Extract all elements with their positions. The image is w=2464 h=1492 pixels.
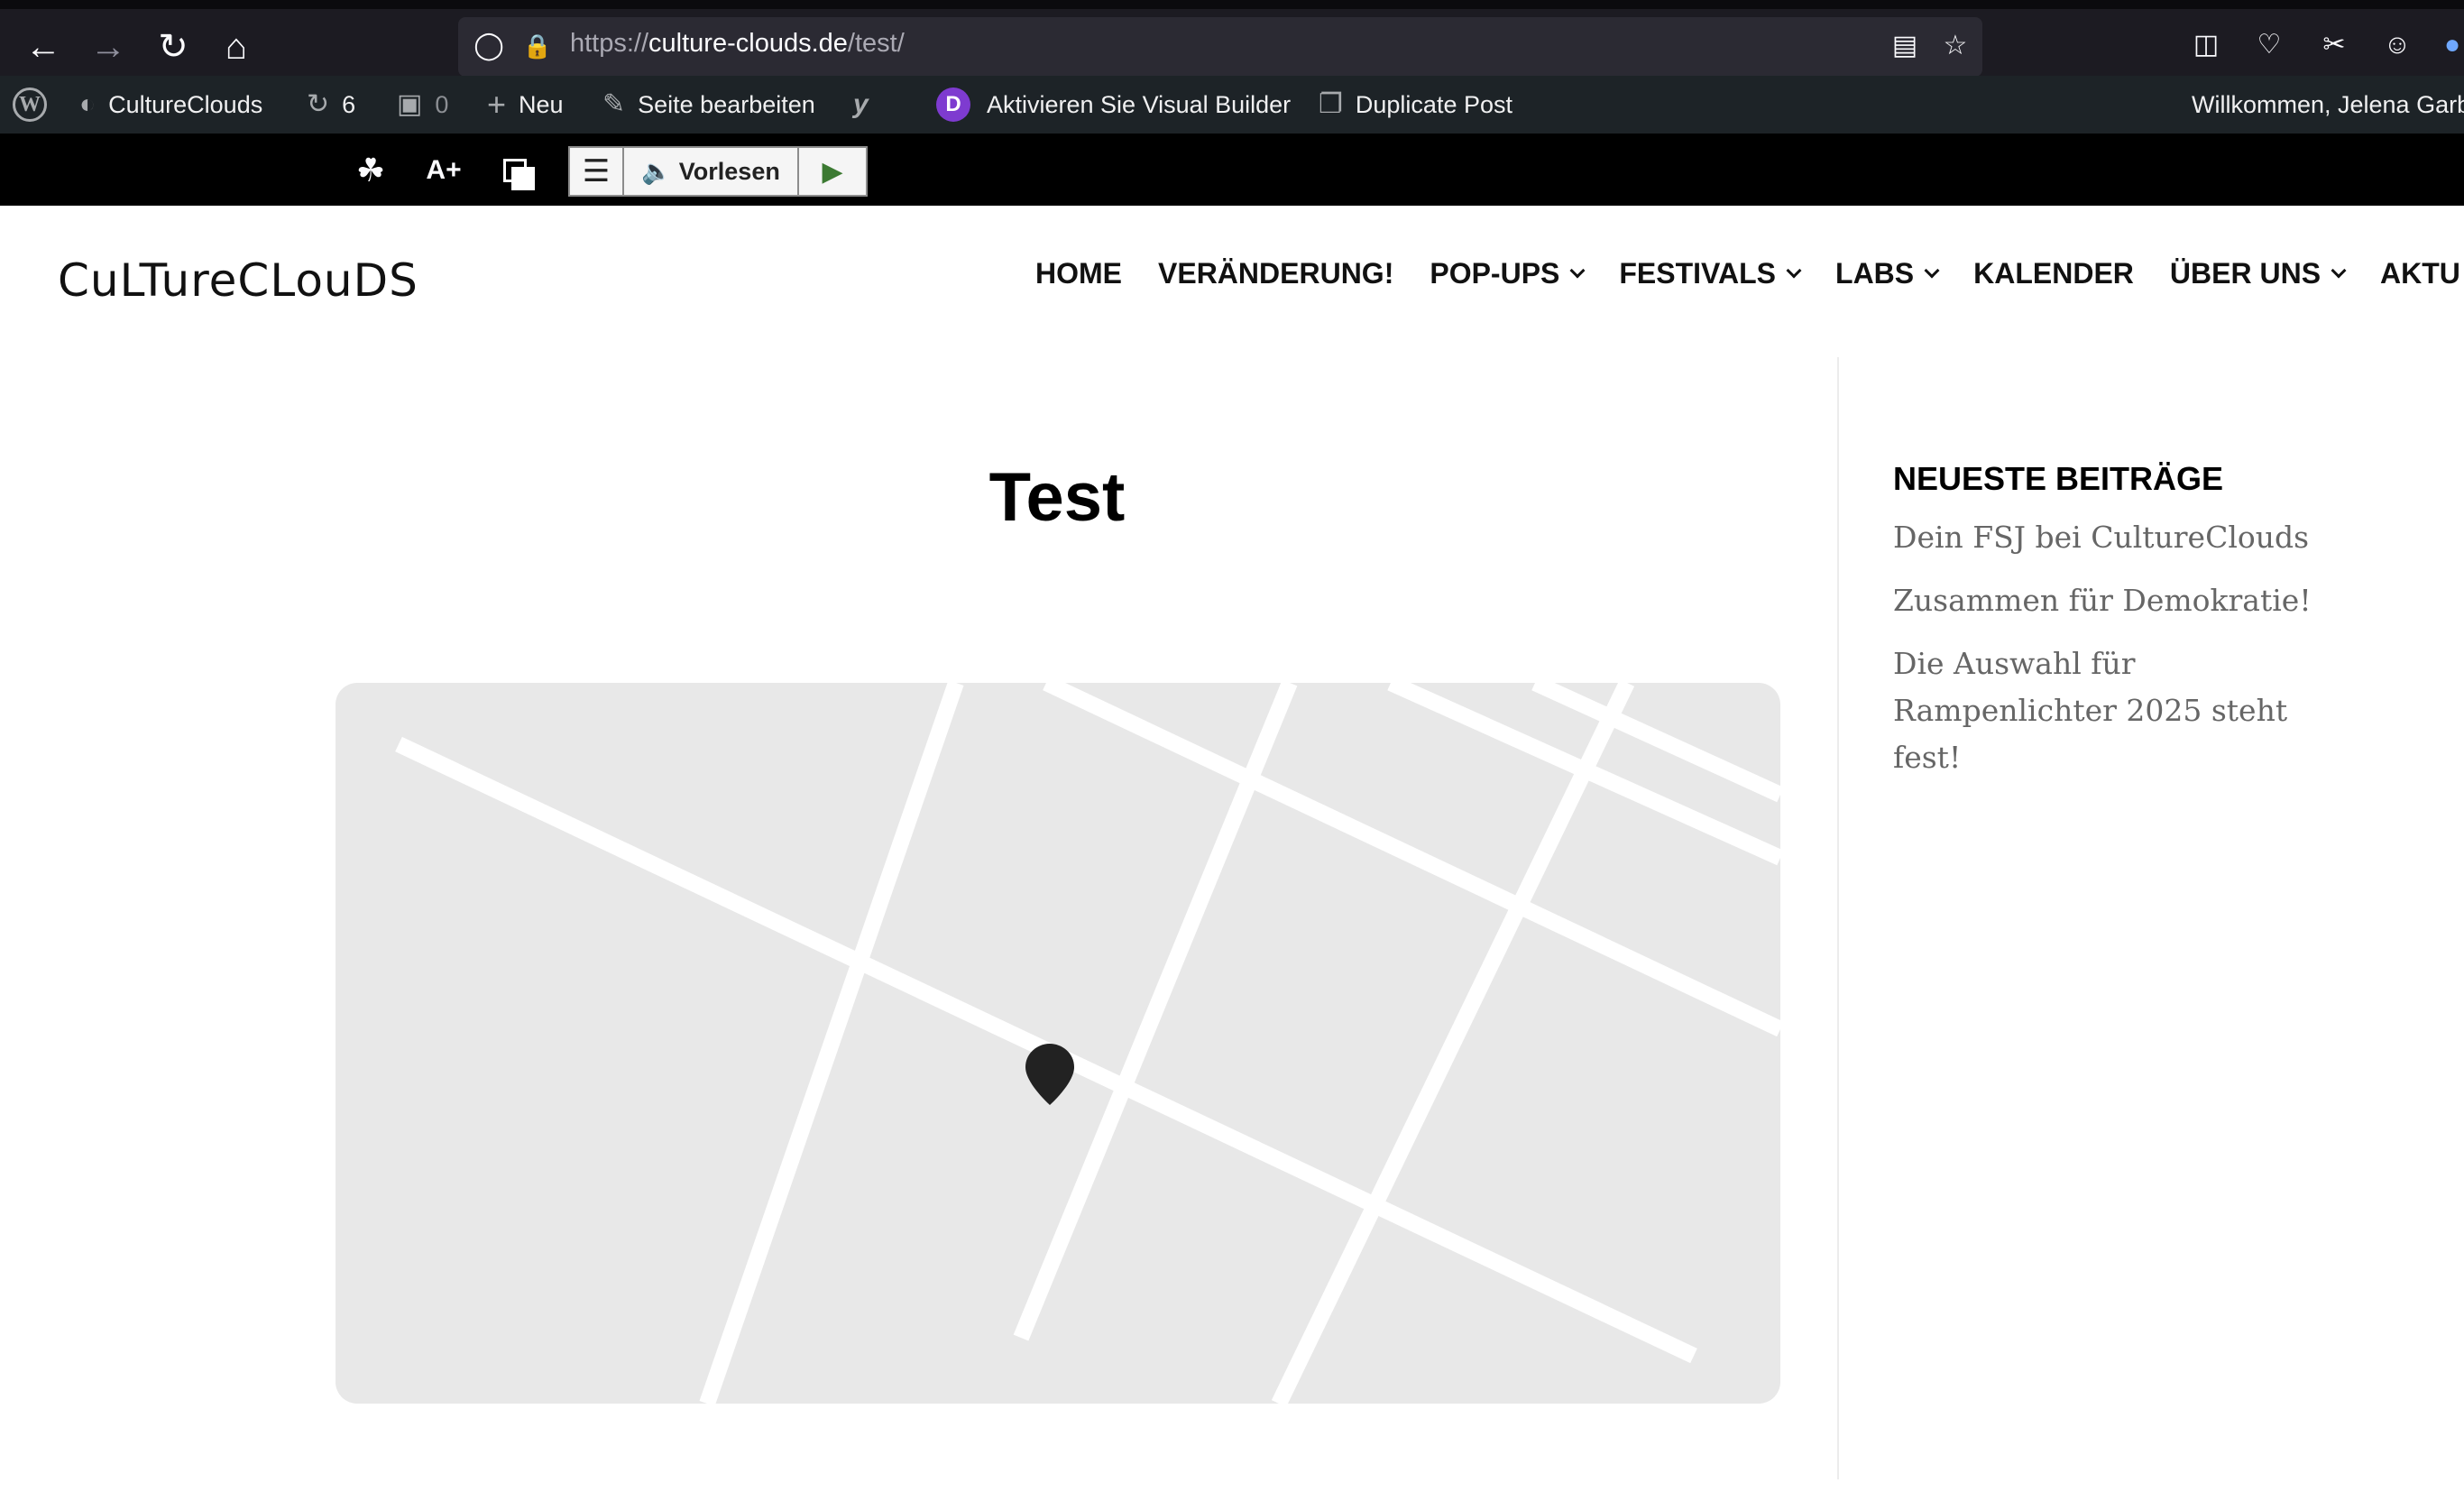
reload-icon[interactable]: ↻ [148,22,198,72]
main-navigation: HOME VERÄNDERUNG! POP-UPS FESTIVALS LABS… [1035,257,2460,290]
nav-item-label: VERÄNDERUNG! [1158,257,1394,290]
chevron-down-icon [1569,262,1586,278]
my-account-link[interactable]: Willkommen, Jelena Garb [2192,76,2464,134]
font-size-button[interactable]: A+ [418,148,469,193]
bookmark-star-icon[interactable]: ☆ [1937,28,1973,64]
dashboard-icon: ◐ [79,89,97,119]
duplicate-icon: ❐ [1319,89,1343,119]
recent-posts-widget: NEUESTE BEITRÄGE Dein FSJ bei CultureClo… [1893,460,2326,797]
nav-item-pop-ups[interactable]: POP-UPS [1430,257,1586,290]
map-pin-icon[interactable] [1025,1044,1074,1105]
street [1531,683,1780,803]
comments-link[interactable]: ▣ 0 [397,76,448,134]
duplicate-post-link[interactable]: ❐ Duplicate Post [1319,76,1512,134]
home-icon[interactable]: ⌂ [211,22,262,72]
url-scheme: https:// [570,29,649,58]
new-label: Neu [519,90,564,118]
recent-post-link[interactable]: Die Auswahl für Rampenlichter 2025 steht… [1893,640,2326,781]
browser-toolbar: ← → ↻ ⌂ ◯ 🔒 https://culture-clouds.de/te… [0,0,2464,77]
nav-item-label: ÜBER UNS [2169,257,2321,290]
nav-item-home[interactable]: HOME [1035,257,1122,290]
edit-page-label: Seite bearbeiten [638,90,815,118]
url-text[interactable]: https://culture-clouds.de/test/ [570,29,905,59]
nav-item-ueber-uns[interactable]: ÜBER UNS [2169,257,2347,290]
nav-item-label: LABS [1835,257,1915,290]
recent-post-link[interactable]: Zusammen für Demokratie! [1893,577,2326,624]
pencil-icon: ✎ [602,89,626,119]
nav-item-label: POP-UPS [1430,257,1560,290]
readspeaker-menu-icon[interactable]: ☰ [570,148,624,195]
wp-admin-bar: W ◐ CultureClouds ↻ 6 ▣ 0 + Neu ✎ Seite bearb… [0,76,2464,134]
comment-icon: ▣ [397,89,423,119]
street [699,683,964,1404]
speaker-icon: 🔈 [641,158,672,185]
updates-link[interactable]: ↻ 6 [307,76,355,134]
plus-icon: + [487,86,507,123]
edit-page-link[interactable]: ✎ Seite bearbeiten [602,76,815,134]
back-icon[interactable]: ← [18,22,69,72]
updates-icon: ↻ [307,89,330,119]
chevron-down-icon [1786,262,1802,278]
street [1043,683,1780,1037]
nav-item-label: AKTU [2380,257,2460,290]
map-embed[interactable] [336,683,1780,1404]
nav-item-labs[interactable]: LABS [1835,257,1940,290]
nav-item-label: HOME [1035,257,1122,290]
address-bar[interactable]: ◯ 🔒 https://culture-clouds.de/test/ ▤ ☆ [458,17,1982,77]
extension-icon[interactable]: ● [2441,25,2464,65]
sidebar-icon[interactable]: ◫ [2186,25,2226,65]
duplicate-post-label: Duplicate Post [1355,90,1512,118]
nav-item-label: FESTIVALS [1619,257,1777,290]
divi-icon: D [936,87,970,122]
accessibility-toolbar: ☘ A+ [0,134,2464,206]
read-speaker-widget: ☰ 🔈 Vorlesen ▶ [568,146,868,197]
chevron-down-icon [2331,262,2347,278]
new-content-link[interactable]: + Neu [487,76,564,134]
url-host: culture-clouds.de [648,29,848,58]
lock-icon[interactable]: 🔒 [519,28,556,64]
screenshot-icon[interactable]: ✂ [2314,25,2354,65]
wordpress-logo-icon[interactable]: W [13,76,47,134]
account-icon[interactable]: ☺ [2377,25,2417,65]
site-name-label: CultureClouds [108,90,263,118]
contrast-icon[interactable] [492,148,538,193]
map-streets [395,683,1780,1404]
updates-count: 6 [342,90,356,118]
street [1013,683,1298,1341]
visual-builder-label: Aktivieren Sie Visual Builder [987,90,1292,118]
site-name-link[interactable]: ◐ CultureClouds [79,76,262,134]
yoast-seo-icon[interactable]: y [853,76,881,134]
reading-mode-icon[interactable]: ☘ [348,148,393,193]
widget-title: NEUESTE BEITRÄGE [1893,460,2224,497]
url-path: /test/ [847,29,905,58]
shield-icon[interactable]: ◯ [471,28,507,64]
site-logo[interactable]: CuLTureCLouDS [58,254,418,307]
nav-item-veraenderung[interactable]: VERÄNDERUNG! [1158,257,1393,290]
comments-count: 0 [435,90,449,118]
reader-view-icon[interactable]: ▤ [1887,28,1923,64]
nav-item-kalender[interactable]: KALENDER [1973,257,2134,290]
page-title: Test [988,459,1126,536]
read-aloud-button[interactable]: 🔈 Vorlesen [624,148,799,195]
chevron-down-icon [1924,262,1940,278]
read-aloud-label: Vorlesen [678,157,780,185]
sidebar-divider [1837,357,1839,1479]
play-icon[interactable]: ▶ [799,148,866,195]
welcome-text: Willkommen, Jelena Garb [2192,90,2464,118]
nav-item-festivals[interactable]: FESTIVALS [1619,257,1802,290]
pocket-icon[interactable]: ♡ [2249,25,2289,65]
visual-builder-link[interactable]: D Aktivieren Sie Visual Builder [936,76,1291,134]
recent-post-link[interactable]: Dein FSJ bei CultureClouds [1893,514,2326,561]
forward-icon[interactable]: → [83,22,133,72]
nav-item-aktuelles[interactable]: AKTU [2380,257,2460,290]
nav-item-label: KALENDER [1973,257,2134,290]
